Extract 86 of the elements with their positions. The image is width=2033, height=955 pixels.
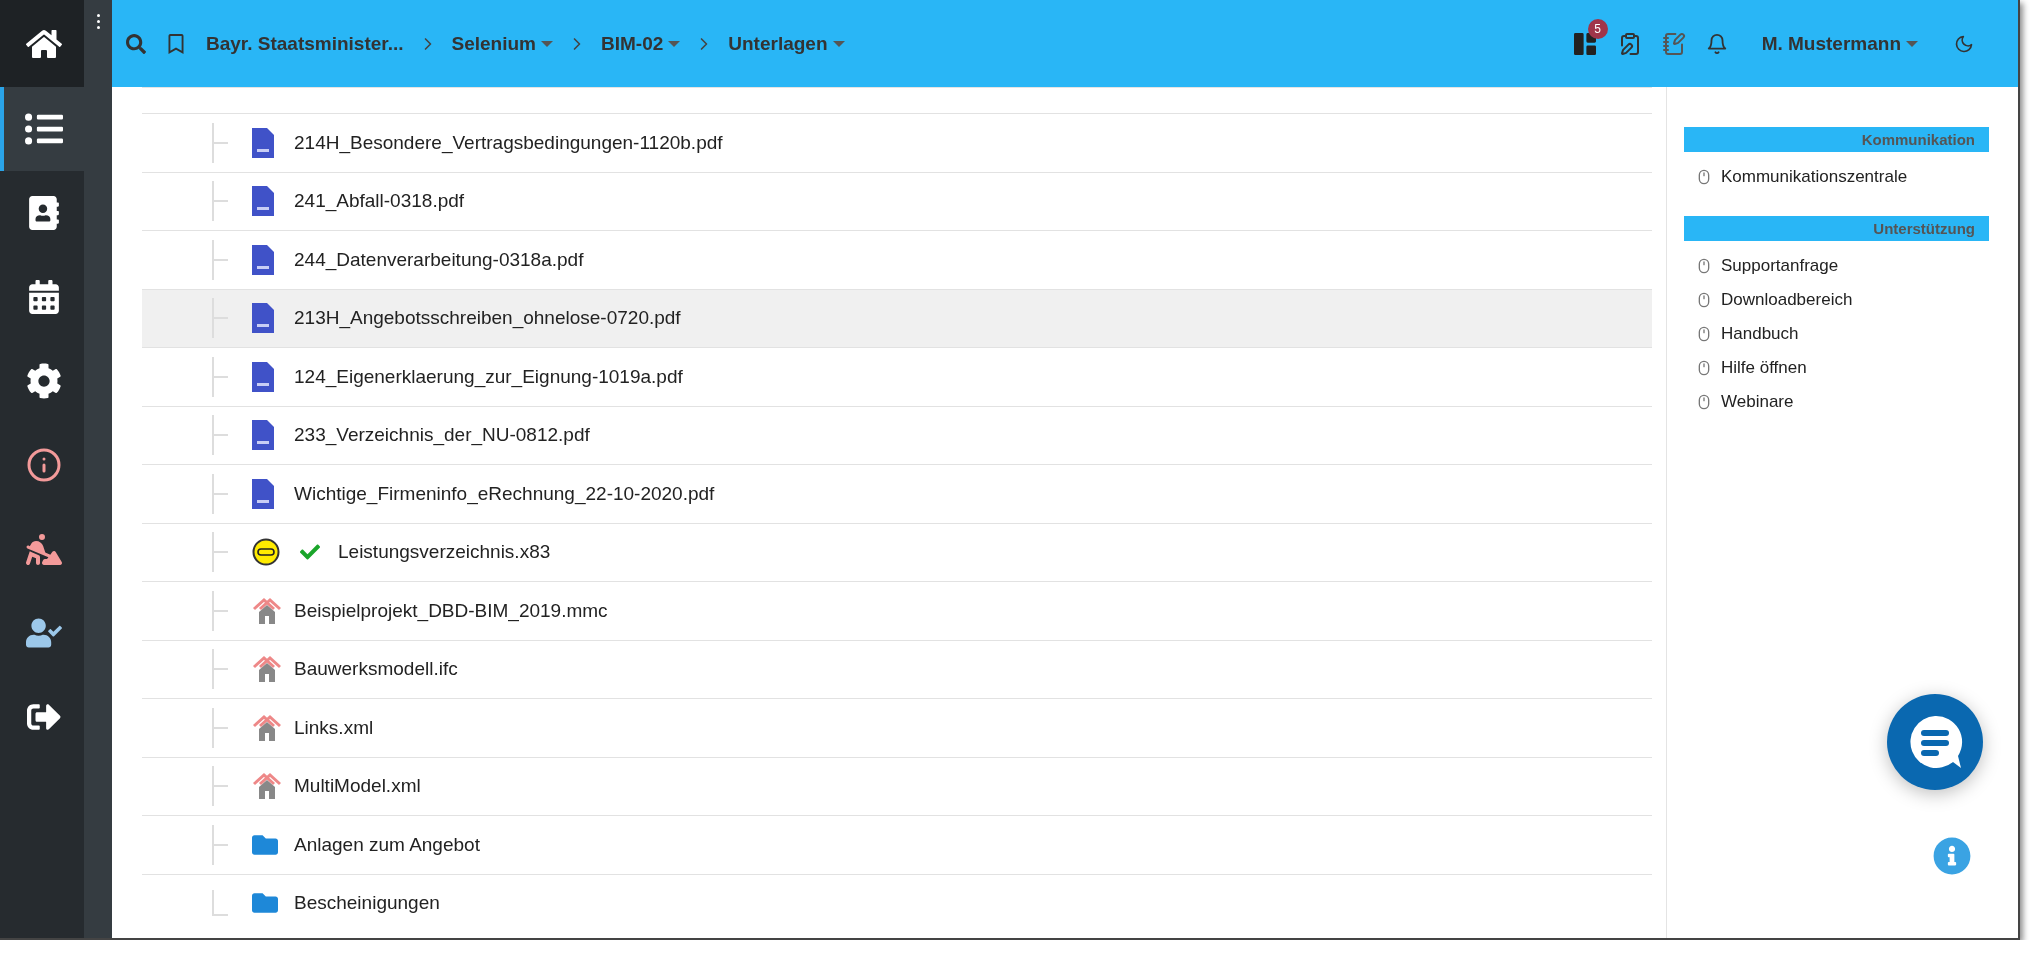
- tree-connector: [212, 181, 228, 222]
- caret-icon: [1906, 40, 1918, 47]
- settings-icon: [26, 363, 62, 399]
- file-name: 124_Eigenerklaerung_zur_Eignung-1019a.pdf: [294, 365, 683, 388]
- mouse-icon: [1696, 292, 1712, 308]
- mouse-icon: [1696, 258, 1712, 274]
- breadcrumb-link[interactable]: Unterlagen: [728, 32, 845, 55]
- tree-connector: [212, 415, 228, 456]
- file-name: Leistungsverzeichnis.x83: [338, 541, 551, 564]
- file-name: Anlagen zum Angebot: [294, 833, 480, 856]
- panel-link[interactable]: Supportanfrage: [1684, 249, 2018, 283]
- mouse-icon: [1696, 360, 1712, 376]
- bell-icon[interactable]: [1705, 32, 1728, 55]
- tree-connector: [212, 649, 228, 690]
- sidebar-item[interactable]: [0, 0, 84, 87]
- info-icon[interactable]: [1933, 837, 1971, 875]
- calendar-icon: [27, 280, 61, 314]
- tree-connector: [212, 356, 228, 397]
- file-name: 241_Abfall-0318.pdf: [294, 190, 465, 213]
- tree-connector: [212, 590, 228, 631]
- caret-icon: [668, 40, 681, 47]
- tree-connector: [212, 239, 228, 280]
- file-name: Links.xml: [294, 716, 374, 739]
- tree-connector: [212, 766, 228, 807]
- notebook-pen-icon[interactable]: [1661, 31, 1686, 56]
- mouse-icon: [1696, 394, 1712, 410]
- panel-link-label: Handbuch: [1721, 324, 1799, 344]
- file-name: 213H_Angebotsschreiben_ohnelose-0720.pdf: [294, 307, 681, 330]
- panel-link[interactable]: Hilfe öffnen: [1684, 351, 2018, 385]
- tree-connector: [212, 824, 228, 865]
- panel-link[interactable]: Webinare: [1684, 385, 2018, 419]
- tree-connector: [212, 122, 228, 163]
- info-icon: [26, 447, 62, 483]
- moon-icon[interactable]: [1954, 33, 1974, 54]
- panel-link[interactable]: Kommunikationszentrale: [1684, 160, 2018, 194]
- notification-count: 5: [1587, 18, 1608, 39]
- contact-book-icon: [27, 196, 61, 230]
- section-header: Unterstützung: [1684, 216, 1989, 241]
- tree-connector: [212, 707, 228, 748]
- pdf-file-icon: [252, 303, 274, 334]
- houses-icon: [252, 596, 282, 625]
- tree-connector: [212, 532, 228, 573]
- mouse-icon: [1696, 169, 1712, 185]
- user-menu[interactable]: M. Mustermann: [1761, 32, 1918, 55]
- panel-link[interactable]: Handbuch: [1684, 317, 2018, 351]
- breadcrumb-link[interactable]: Selenium: [451, 32, 553, 55]
- pdf-file-icon: [252, 127, 274, 158]
- panel-link-label: Supportanfrage: [1721, 256, 1839, 276]
- file-name: Wichtige_Firmeninfo_eRechnung_22-10-2020.pdf: [294, 482, 715, 505]
- apps-icon[interactable]: [1573, 32, 1596, 55]
- breadcrumb-link[interactable]: BIM-02: [601, 32, 681, 55]
- panel-link-label: Downloadbereich: [1721, 290, 1853, 310]
- file-name: 233_Verzeichnis_der_NU-0812.pdf: [294, 424, 590, 447]
- pdf-file-icon: [252, 478, 274, 509]
- section-header: Kommunikation: [1684, 127, 1989, 152]
- bookmark-icon[interactable]: [166, 33, 186, 54]
- worker-icon: [26, 531, 62, 567]
- tree-connector: [212, 473, 228, 514]
- file-name: Bescheinigungen: [294, 892, 440, 915]
- panel-link-label: Webinare: [1721, 392, 1794, 412]
- pdf-file-icon: [252, 244, 274, 275]
- panel-link-label: Kommunikationszentrale: [1721, 167, 1908, 187]
- panel-link-label: Hilfe öffnen: [1721, 358, 1807, 378]
- sidebar-item[interactable]: [0, 87, 84, 171]
- pdf-file-icon: [252, 361, 274, 392]
- tree-connector: [212, 890, 228, 917]
- gaeb-logo-icon: [252, 538, 280, 567]
- houses-icon: [252, 655, 282, 684]
- kebab-menu-icon[interactable]: [96, 14, 100, 31]
- breadcrumb-link[interactable]: Bayr. Staatsminister...: [206, 32, 404, 55]
- file-name: MultiModel.xml: [294, 775, 421, 798]
- caret-icon: [541, 40, 553, 47]
- file-name: 214H_Besondere_Vertragsbedingungen-1120b.pdf: [294, 131, 723, 154]
- file-row[interactable]: 213H_Angebotsschreiben_ohnelose-0720.pdf: [142, 288, 1652, 347]
- caret-icon: [832, 40, 845, 47]
- pdf-file-icon: [252, 186, 274, 217]
- mouse-icon: [1696, 326, 1712, 342]
- search-icon[interactable]: [126, 33, 146, 54]
- file-name: Beispielprojekt_DBD-BIM_2019.mmc: [294, 599, 608, 622]
- panel-link[interactable]: Downloadbereich: [1684, 283, 2018, 317]
- file-name: Bauwerksmodell.ifc: [294, 658, 458, 681]
- pdf-file-icon: [252, 420, 274, 451]
- houses-icon: [252, 772, 282, 801]
- chat-button[interactable]: [1887, 694, 1983, 790]
- file-name: 244_Datenverarbeitung-0318a.pdf: [294, 248, 584, 271]
- houses-icon: [252, 713, 282, 742]
